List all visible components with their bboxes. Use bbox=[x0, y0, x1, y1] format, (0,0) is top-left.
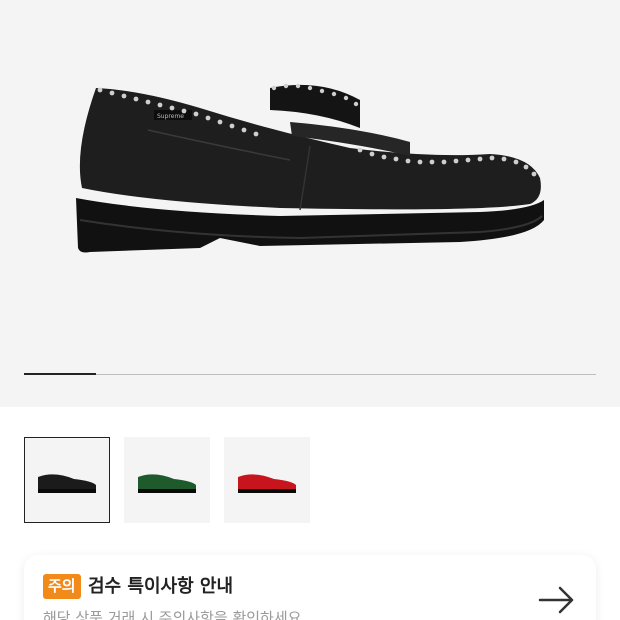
svg-text:Supreme: Supreme bbox=[157, 113, 184, 120]
notice-description: 해당 상품 거래 시 주의사항을 확인하세요 bbox=[43, 609, 302, 620]
shoe-thumbnail-green bbox=[138, 474, 196, 493]
color-thumbnails bbox=[24, 437, 310, 523]
arrow-right-icon[interactable] bbox=[538, 585, 576, 615]
thumbnail-red[interactable] bbox=[224, 437, 310, 523]
product-image-carousel[interactable]: Supreme bbox=[0, 0, 620, 407]
shoe-thumbnail-red bbox=[238, 474, 296, 493]
notice-title: 검수 특이사항 안내 bbox=[88, 576, 234, 597]
thumbnail-black[interactable] bbox=[24, 437, 110, 523]
product-image: Supreme bbox=[76, 83, 544, 253]
caution-badge: 주의 bbox=[43, 574, 81, 599]
shoe-thumbnail-black bbox=[38, 474, 96, 493]
carousel-progress-bar bbox=[24, 373, 596, 375]
carousel-progress-fill bbox=[24, 373, 96, 375]
inspection-notice-card[interactable]: 주의 검수 특이사항 안내 해당 상품 거래 시 주의사항을 확인하세요 bbox=[24, 555, 596, 620]
thumbnail-green[interactable] bbox=[124, 437, 210, 523]
